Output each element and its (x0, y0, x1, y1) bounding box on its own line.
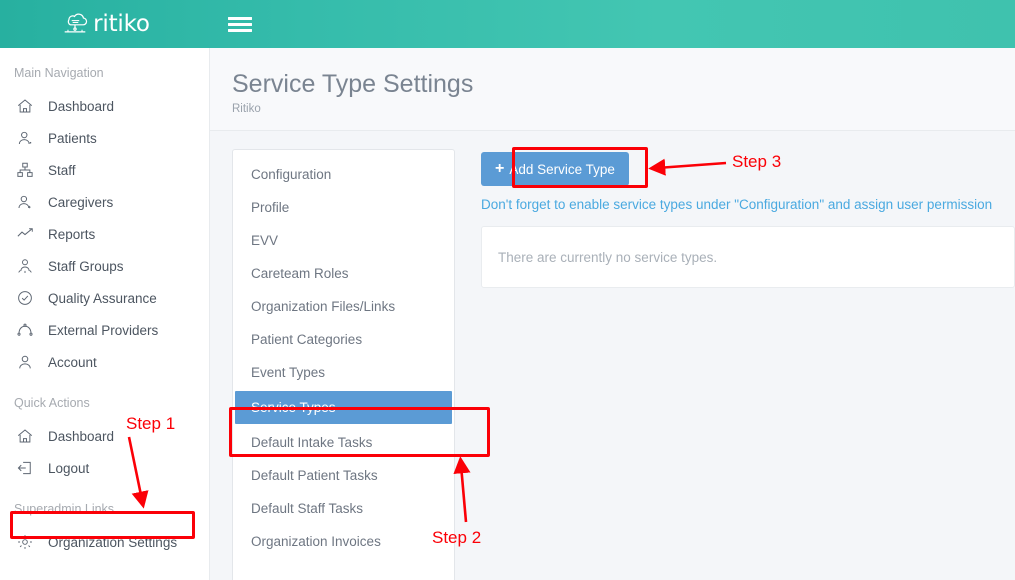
sidebar-item-label: Account (48, 355, 97, 370)
settings-item-default-staff-tasks[interactable]: Default Staff Tasks (233, 492, 454, 525)
settings-item-patient-categories[interactable]: Patient Categories (233, 323, 454, 356)
add-service-type-label: Add Service Type (509, 162, 615, 177)
settings-item-default-intake-tasks[interactable]: Default Intake Tasks (233, 426, 454, 459)
line-chart-icon (16, 225, 34, 243)
settings-item-configuration[interactable]: Configuration (233, 158, 454, 191)
sidebar-item-label: Dashboard (48, 99, 114, 114)
sidebar-item-quality-assurance[interactable]: Quality Assurance (0, 282, 209, 314)
home-icon (16, 427, 34, 445)
sidebar-heading-main: Main Navigation (0, 48, 209, 90)
sidebar-item-dashboard[interactable]: Dashboard (0, 90, 209, 122)
sidebar-item-quick-dashboard[interactable]: Dashboard (0, 420, 209, 452)
settings-item-organization-files-links[interactable]: Organization Files/Links (233, 290, 454, 323)
sidebar-item-caregivers[interactable]: Caregivers (0, 186, 209, 218)
sidebar-item-label: Patients (48, 131, 97, 146)
sidebar-item-label: Staff (48, 163, 76, 178)
sidebar-item-label: Staff Groups (48, 259, 124, 274)
sidebar-heading-superadmin: Superadmin Links (0, 484, 209, 526)
cloud-network-icon (60, 7, 90, 42)
sidebar-item-organization-settings[interactable]: Organization Settings (0, 526, 209, 558)
sidebar-item-patients[interactable]: Patients (0, 122, 209, 154)
check-circle-icon (16, 289, 34, 307)
empty-state-text: There are currently no service types. (498, 250, 717, 265)
brand-name: ritiko (93, 11, 150, 37)
app-root: ritiko Main Navigation Dashboard Patient… (0, 0, 1015, 580)
sidebar-item-logout[interactable]: Logout (0, 452, 209, 484)
sidebar-item-label: Caregivers (48, 195, 113, 210)
settings-item-default-patient-tasks[interactable]: Default Patient Tasks (233, 459, 454, 492)
home-icon (16, 97, 34, 115)
service-types-panel: + Add Service Type Don't forget to enabl… (481, 149, 1015, 580)
sidebar-item-staff-groups[interactable]: Staff Groups (0, 250, 209, 282)
user-plus-icon (16, 193, 34, 211)
sidebar-item-label: External Providers (48, 323, 158, 338)
brand-logo-link[interactable]: ritiko (0, 0, 210, 48)
sidebar-item-external-providers[interactable]: External Providers (0, 314, 209, 346)
user-icon (16, 353, 34, 371)
user-group-icon (16, 257, 34, 275)
add-service-type-button[interactable]: + Add Service Type (481, 152, 629, 186)
hamburger-icon[interactable] (228, 12, 252, 36)
settings-item-event-types[interactable]: Event Types (233, 356, 454, 389)
configuration-note: Don't forget to enable service types und… (481, 197, 1015, 212)
sidebar-item-label: Logout (48, 461, 89, 476)
org-chart-icon (16, 161, 34, 179)
sidebar-item-label: Organization Settings (48, 535, 177, 550)
page-subtitle: Ritiko (232, 103, 1015, 115)
sidebar: Main Navigation Dashboard Patients Staff… (0, 48, 210, 580)
gear-icon (16, 533, 34, 551)
settings-item-careteam-roles[interactable]: Careteam Roles (233, 257, 454, 290)
content-body: Configuration Profile EVV Careteam Roles… (210, 131, 1015, 580)
sidebar-item-label: Reports (48, 227, 95, 242)
plus-icon: + (495, 161, 504, 177)
settings-item-evv[interactable]: EVV (233, 224, 454, 257)
network-nodes-icon (16, 321, 34, 339)
main-content: Service Type Settings Ritiko Configurati… (210, 48, 1015, 580)
sidebar-item-account[interactable]: Account (0, 346, 209, 378)
sidebar-item-label: Dashboard (48, 429, 114, 444)
settings-item-service-types[interactable]: Service Types (235, 391, 452, 424)
settings-menu-card: Configuration Profile EVV Careteam Roles… (232, 149, 455, 580)
logout-icon (16, 459, 34, 477)
sidebar-heading-quick-actions: Quick Actions (0, 378, 209, 420)
sidebar-item-reports[interactable]: Reports (0, 218, 209, 250)
user-patient-icon (16, 129, 34, 147)
sidebar-item-label: Quality Assurance (48, 291, 157, 306)
empty-state-card: There are currently no service types. (481, 226, 1015, 288)
settings-item-organization-invoices[interactable]: Organization Invoices (233, 525, 454, 558)
top-bar: ritiko (0, 0, 1015, 48)
settings-item-profile[interactable]: Profile (233, 191, 454, 224)
page-title: Service Type Settings (232, 70, 1015, 99)
sidebar-item-staff[interactable]: Staff (0, 154, 209, 186)
page-header: Service Type Settings Ritiko (210, 48, 1015, 131)
